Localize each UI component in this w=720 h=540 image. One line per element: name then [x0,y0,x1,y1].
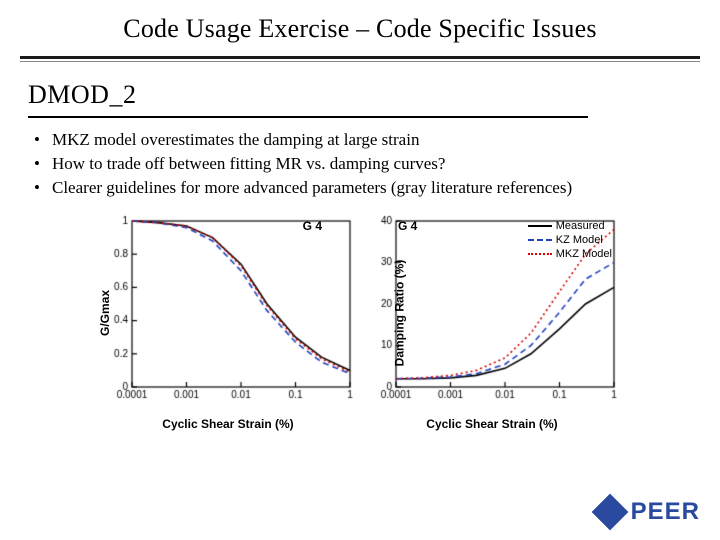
legend-label: Measured [556,219,605,233]
title-divider-2 [20,61,700,62]
peer-logo: PEER [597,498,700,526]
slide-title: Code Usage Exercise – Code Specific Issu… [0,14,720,44]
bullet-item: •MKZ model overestimates the damping at … [34,128,692,152]
bullet-text: Clearer guidelines for more advanced par… [52,176,572,200]
ylabel: G/Gmax [98,290,112,336]
title-divider-1 [20,56,700,59]
xlabel: Cyclic Shear Strain (%) [362,417,622,431]
legend-label: MKZ Model [556,247,612,261]
legend: Measured KZ Model MKZ Model [528,219,612,261]
panel-label: G 4 [303,219,322,233]
bullet-text: MKZ model overestimates the damping at l… [52,128,419,152]
section-header: DMOD_2 [28,80,692,118]
legend-item: MKZ Model [528,247,612,261]
bullet-list: •MKZ model overestimates the damping at … [34,128,692,199]
title-area: Code Usage Exercise – Code Specific Issu… [0,0,720,44]
ylabel: Damping Ratio (%) [392,260,406,367]
bullet-item: •How to trade off between fitting MR vs.… [34,152,692,176]
measured-swatch-icon [528,225,552,227]
subtitle-underline [28,116,588,118]
peer-diamond-icon [591,494,628,531]
kz-swatch-icon [528,239,552,241]
chart-damping: Damping Ratio (%) Cyclic Shear Strain (%… [362,213,622,413]
legend-item: KZ Model [528,233,612,247]
subtitle: DMOD_2 [28,80,692,110]
charts-row: G/Gmax Cyclic Shear Strain (%) G 4 Dampi… [0,213,720,413]
xlabel: Cyclic Shear Strain (%) [98,417,358,431]
chart-canvas [98,213,358,413]
peer-text: PEER [631,498,700,526]
legend-item: Measured [528,219,612,233]
legend-label: KZ Model [556,233,603,247]
chart-ggmax: G/Gmax Cyclic Shear Strain (%) G 4 [98,213,358,413]
panel-label: G 4 [398,219,417,233]
bullet-item: •Clearer guidelines for more advanced pa… [34,176,692,200]
mkz-swatch-icon [528,253,552,255]
bullet-text: How to trade off between fitting MR vs. … [52,152,445,176]
